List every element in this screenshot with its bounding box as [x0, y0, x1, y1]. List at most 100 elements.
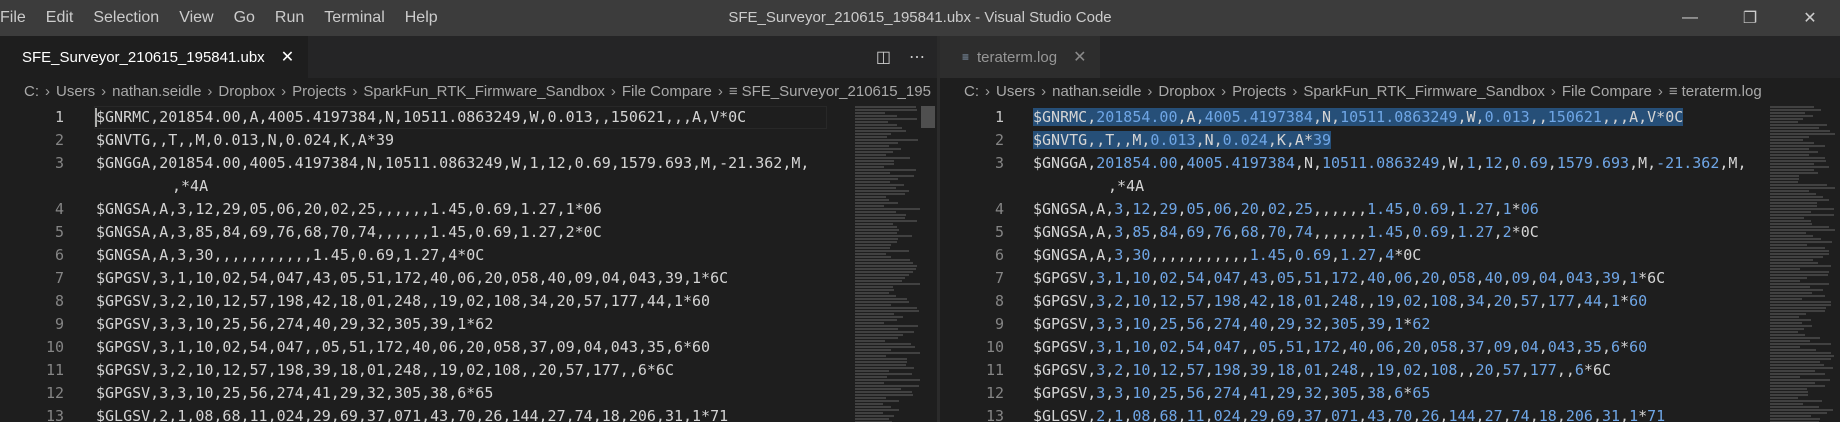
minimap-line: [855, 268, 916, 270]
code-line[interactable]: $GPGSV,3,3,10,25,56,274,40,29,32,305,39,…: [96, 313, 493, 336]
minimap-line: [1770, 202, 1817, 204]
line-number: 10: [45, 338, 64, 356]
code-line[interactable]: $GNGSA,A,3,30,,,,,,,,,,,1.45,0.69,1.27,4…: [1033, 244, 1421, 267]
code-line[interactable]: $GLGSV,2,1,08,68,11,024,29,69,37,071,43,…: [96, 405, 728, 422]
chevron-right-icon: ›: [352, 83, 358, 100]
minimap-line: [855, 115, 897, 117]
breadcrumb-item[interactable]: Dropbox: [1158, 83, 1215, 100]
breadcrumb-item[interactable]: C:: [964, 83, 979, 100]
minimap[interactable]: [1770, 106, 1838, 422]
minimap-line: [1770, 358, 1831, 360]
code-line[interactable]: $GPGSV,3,3,10,25,56,274,41,29,32,305,38,…: [96, 382, 493, 405]
breadcrumb-item[interactable]: SparkFun_RTK_Firmware_Sandbox: [1303, 83, 1545, 100]
code-line[interactable]: $GNVTG,,T,,M,0.013,N,0.024,K,A*39: [96, 129, 394, 152]
code-line[interactable]: $GPGSV,3,2,10,12,57,198,39,18,01,248,,19…: [1033, 359, 1611, 382]
scrollbar[interactable]: [921, 106, 935, 422]
breadcrumb-item[interactable]: Users: [996, 83, 1035, 100]
code-line[interactable]: $GPGSV,3,2,10,12,57,198,39,18,01,248,,19…: [96, 359, 674, 382]
menu-bar: File Edit Selection View Go Run Terminal…: [0, 0, 448, 36]
code-line[interactable]: $GNRMC,201854.00,A,4005.4197384,N,10511.…: [1033, 106, 1684, 129]
menu-help[interactable]: Help: [395, 0, 448, 36]
split-editor-icon[interactable]: ◫: [876, 47, 891, 67]
minimap-line: [855, 313, 894, 315]
minimap-line: [1770, 376, 1800, 378]
minimap-line: [1770, 220, 1811, 222]
code-line[interactable]: $GPGSV,3,2,10,12,57,198,42,18,01,248,,19…: [96, 290, 710, 313]
breadcrumb-item[interactable]: Users: [56, 83, 95, 100]
code-line[interactable]: $GNVTG,,T,,M,0.013,N,0.024,K,A*39: [1033, 129, 1332, 152]
minimap-line: [1770, 349, 1816, 351]
code-line[interactable]: $GPGSV,3,1,10,02,54,047,,05,51,172,40,06…: [96, 336, 710, 359]
breadcrumb-item[interactable]: nathan.seidle: [1052, 83, 1141, 100]
code-line[interactable]: $GLGSV,2,1,08,68,11,024,29,69,37,071,43,…: [1033, 405, 1665, 422]
code-line[interactable]: $GPGSV,3,1,10,02,54,047,43,05,51,172,40,…: [1033, 267, 1665, 290]
menu-run[interactable]: Run: [265, 0, 314, 36]
code-line[interactable]: $GNGSA,A,3,12,29,05,06,20,02,25,,,,,,1.4…: [96, 198, 602, 221]
minimap-line: [855, 172, 890, 174]
code-editor[interactable]: 1 $GNRMC,201854.00,A,4005.4197384,N,10511…: [940, 106, 1840, 422]
minimap-line: [855, 346, 915, 348]
line-number: 8: [994, 292, 1004, 310]
minimap-line: [1770, 310, 1825, 312]
breadcrumb-item[interactable]: Projects: [292, 83, 346, 100]
code-line[interactable]: $GPGSV,3,3,10,25,56,274,41,29,32,305,38,…: [1033, 382, 1430, 405]
minimap[interactable]: [855, 106, 923, 422]
minimap-line: [855, 283, 920, 285]
code-line[interactable]: $GNGSA,A,3,12,29,05,06,20,02,25,,,,,,1.4…: [1033, 198, 1539, 221]
menu-view[interactable]: View: [169, 0, 223, 36]
breadcrumb-item[interactable]: C:: [24, 83, 39, 100]
code-line[interactable]: $GPGSV,3,1,10,02,54,047,43,05,51,172,40,…: [96, 267, 728, 290]
code-line[interactable]: $GNRMC,201854.00,A,4005.4197384,N,10511.…: [96, 106, 746, 129]
minimap-line: [855, 247, 890, 249]
minimap-line: [1770, 148, 1809, 150]
code-line[interactable]: $GPGSV,3,3,10,25,56,274,40,29,32,305,39,…: [1033, 313, 1430, 336]
scrollbar-thumb[interactable]: [921, 106, 935, 128]
breadcrumb-item[interactable]: SFE_Surveyor_210615_195: [742, 83, 931, 100]
close-tab-icon[interactable]: ✕: [281, 47, 294, 67]
breadcrumb-item[interactable]: Projects: [1232, 83, 1286, 100]
minimap-line: [1770, 190, 1809, 192]
minimap-line: [855, 409, 899, 411]
breadcrumb-item[interactable]: File Compare: [1562, 83, 1652, 100]
breadcrumb-item[interactable]: nathan.seidle: [112, 83, 201, 100]
breadcrumb-item[interactable]: File Compare: [622, 83, 712, 100]
minimap-line: [1770, 142, 1814, 144]
menu-selection[interactable]: Selection: [83, 0, 169, 36]
close-window-icon[interactable]: ✕: [1780, 0, 1840, 36]
more-actions-icon[interactable]: ⋯: [909, 47, 925, 67]
minimap-line: [1770, 130, 1830, 132]
chevron-right-icon: ›: [101, 83, 107, 100]
breadcrumb-item[interactable]: SparkFun_RTK_Firmware_Sandbox: [363, 83, 605, 100]
breadcrumb-item[interactable]: Dropbox: [218, 83, 275, 100]
minimap-line: [1770, 346, 1800, 348]
minimap-line: [855, 235, 912, 237]
close-tab-icon[interactable]: ✕: [1073, 47, 1086, 67]
restore-icon[interactable]: ❐: [1720, 0, 1780, 36]
line-number: 4: [994, 200, 1004, 218]
menu-terminal[interactable]: Terminal: [314, 0, 394, 36]
tab-teraterm-log[interactable]: ≡ teraterm.log ✕: [940, 36, 1101, 78]
code-line[interactable]: $GNGSA,A,3,85,84,69,76,68,70,74,,,,,,1.4…: [96, 221, 602, 244]
code-line[interactable]: $GNGGA,201854.00,4005.4197384,N,10511.08…: [96, 152, 809, 175]
code-line[interactable]: $GPGSV,3,1,10,02,54,047,,05,51,172,40,06…: [1033, 336, 1647, 359]
menu-go[interactable]: Go: [224, 0, 265, 36]
minimap-line: [1770, 316, 1799, 318]
menu-edit[interactable]: Edit: [36, 0, 84, 36]
breadcrumb-item[interactable]: teraterm.log: [1682, 83, 1762, 100]
minimize-icon[interactable]: —: [1660, 0, 1720, 36]
code-line[interactable]: $GNGSA,A,3,85,84,69,76,68,70,74,,,,,,1.4…: [1033, 221, 1539, 244]
menu-file[interactable]: File: [0, 0, 36, 36]
minimap-line: [1770, 385, 1825, 387]
tab-sfe-surveyor-ubx[interactable]: SFE_Surveyor_210615_195841.ubx ✕: [0, 36, 309, 78]
code-line[interactable]: $GPGSV,3,2,10,12,57,198,42,18,01,248,,19…: [1033, 290, 1647, 313]
code-line[interactable]: $GNGSA,A,3,30,,,,,,,,,,,1.45,0.69,1.27,4…: [96, 244, 484, 267]
minimap-line: [855, 130, 906, 132]
code-line[interactable]: $GNGGA,201854.00,4005.4197384,N,10511.08…: [1033, 152, 1746, 175]
file-icon: ≡: [728, 83, 738, 100]
chevron-right-icon: ›: [985, 83, 990, 100]
minimap-line: [1770, 352, 1831, 354]
minimap-line: [1770, 313, 1806, 315]
minimap-line: [855, 307, 917, 309]
minimap-line: [1770, 271, 1829, 273]
code-editor[interactable]: 1 $GNRMC,201854.00,A,4005.4197384,N,10511…: [0, 106, 937, 422]
